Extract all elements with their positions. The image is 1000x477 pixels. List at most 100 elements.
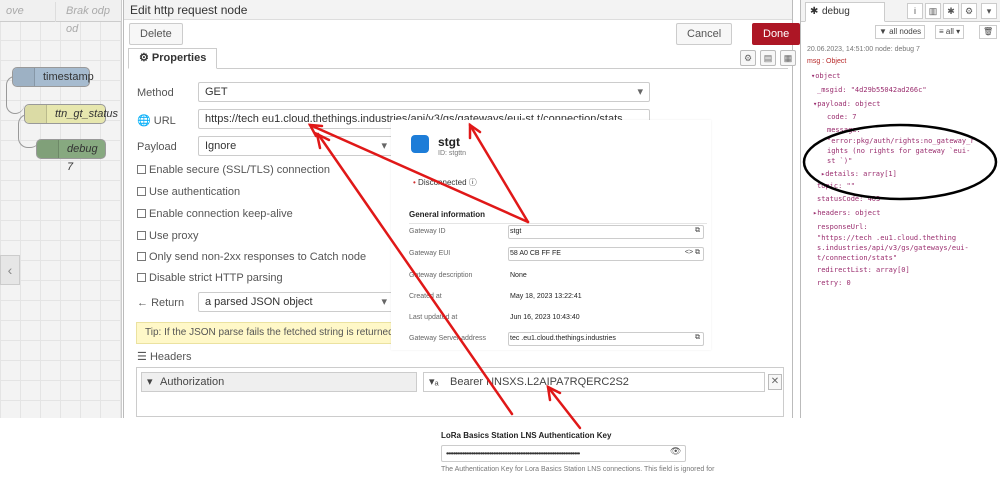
- chevron-down-icon[interactable]: ▾: [981, 3, 997, 19]
- info-icon: ⓘ: [468, 178, 477, 187]
- header-value-input[interactable]: ▾ₐ Bearer NNSXS.L2AIPA7RQERC2S2: [423, 372, 765, 392]
- checkbox-box[interactable]: [137, 165, 146, 174]
- return-select[interactable]: a parsed JSON object: [198, 292, 394, 312]
- dialog-tabbar: ⚙ Properties ⚙ ▤ ▦: [128, 48, 796, 69]
- cancel-button[interactable]: Cancel: [676, 23, 733, 45]
- node-timestamp[interactable]: timestamp: [12, 67, 94, 87]
- tree-line: message:: [827, 126, 861, 134]
- bug-icon[interactable]: ✱: [943, 3, 959, 19]
- gateway-status: • Disconnected ⓘ: [413, 177, 477, 188]
- list-icon: ☰: [137, 351, 147, 363]
- ttn-gateway-panel: stgt ID: stgttn • Disconnected ⓘ General…: [391, 120, 711, 350]
- gateway-id-caption: ID: stgttn: [438, 150, 467, 157]
- checkbox-box[interactable]: [137, 273, 146, 282]
- checkbox-proxy[interactable]: Use proxy: [137, 230, 199, 242]
- return-label-text: Return: [151, 297, 185, 309]
- book-icon[interactable]: ▥: [925, 3, 941, 19]
- checkbox-box[interactable]: [137, 187, 146, 196]
- appearance-icon[interactable]: ▦: [780, 50, 796, 66]
- filter-level-select[interactable]: ≡ all ▾: [935, 25, 965, 39]
- checkbox-strict-parsing[interactable]: Disable strict HTTP parsing: [137, 272, 283, 284]
- remove-header-button[interactable]: ✕: [768, 374, 782, 390]
- node-label: ttn_gt_status: [55, 108, 118, 120]
- debug-sidebar: ✱ debug i ▥ ✱ ⚙ ▾ ▼ all nodes ≡ all ▾ 🗑 2…: [800, 0, 1000, 418]
- tab-debug-label: debug: [822, 6, 850, 17]
- checkbox-box[interactable]: [137, 231, 146, 240]
- filter-level-text: all: [945, 27, 954, 36]
- flow-canvas[interactable]: ove Brak odp od timestamp ttn_gt_status …: [0, 0, 122, 418]
- checkbox-label: Enable secure (SSL/TLS) connection: [149, 164, 330, 176]
- tree-line: statusCode: 403: [817, 195, 881, 203]
- tree-line: responseUrl:: [817, 223, 868, 231]
- tree-line: redirectList: array[0]: [817, 266, 910, 274]
- chevron-down-icon: ▾: [147, 376, 153, 388]
- lns-auth-key-label: LoRa Basics Station LNS Authentication K…: [441, 431, 612, 440]
- node-label: debug 7: [67, 143, 98, 173]
- tab-properties[interactable]: ⚙ Properties: [128, 48, 218, 69]
- headers-label-text: Headers: [149, 351, 192, 363]
- node-port: [25, 105, 47, 123]
- tree-node[interactable]: ▸headers: object: [813, 209, 880, 217]
- checkbox-box[interactable]: [137, 209, 146, 218]
- workspace-tab[interactable]: Brak odp od: [60, 2, 121, 35]
- copy-icon[interactable]: <> ⧉: [685, 249, 700, 257]
- node-label: timestamp: [43, 71, 94, 83]
- checkbox-ssl[interactable]: Enable secure (SSL/TLS) connection: [137, 164, 330, 176]
- description-icon[interactable]: ▤: [760, 50, 776, 66]
- tree-line: "https://tech .eu1.cloud.thething: [817, 234, 957, 242]
- server-address-value: tec .eu1.cloud.thethings.industries: [510, 335, 616, 342]
- lns-auth-key-description: The Authentication Key for Lora Basics S…: [441, 466, 715, 473]
- settings-gear-icon[interactable]: ⚙: [740, 50, 756, 66]
- created-at-label: Created at: [409, 293, 442, 300]
- tree-line: st `)": [827, 157, 853, 165]
- tree-node[interactable]: ▾payload: object: [813, 100, 880, 108]
- gateway-desc-value: None: [510, 272, 527, 279]
- checkbox-auth[interactable]: Use authentication: [137, 186, 240, 198]
- info-icon[interactable]: i: [907, 3, 923, 19]
- tree-node[interactable]: ▸details: array[1]: [821, 170, 897, 178]
- type-select-icon[interactable]: ▾ₐ: [429, 373, 439, 391]
- globe-icon: 🌐: [137, 115, 151, 127]
- checkbox-non2xx[interactable]: Only send non-2xx responses to Catch nod…: [137, 251, 366, 263]
- workspace-tab[interactable]: ove: [0, 2, 56, 22]
- copy-icon[interactable]: ⧉: [695, 334, 700, 342]
- debug-msg-type: msg : Object: [807, 58, 847, 65]
- payload-select[interactable]: Ignore: [198, 136, 394, 156]
- tree-line: "error:pkg/auth/rights:no_gateway_r: [827, 137, 975, 145]
- header-key-select[interactable]: ▾ Authorization: [141, 372, 417, 392]
- method-label: Method: [137, 87, 174, 99]
- created-at-value: May 18, 2023 13:22:41: [510, 293, 582, 300]
- done-button[interactable]: Done: [752, 23, 801, 45]
- gateway-eui-label: Gateway EUI: [409, 250, 451, 257]
- general-info-heading: General information: [409, 210, 486, 219]
- eye-icon[interactable]: 👁: [670, 446, 681, 457]
- checkbox-box[interactable]: [137, 252, 146, 261]
- gateway-id-box: ⧉: [508, 225, 704, 239]
- checkbox-label: Disable strict HTTP parsing: [149, 272, 283, 284]
- tree-line: _msgid: "4d29b55042ad266c": [817, 86, 927, 94]
- filter-nodes-select[interactable]: ▼ all nodes: [875, 25, 926, 39]
- node-ttn-gt-status[interactable]: ttn_gt_status: [24, 104, 118, 124]
- gateway-title: stgt: [438, 135, 460, 149]
- tree-node[interactable]: ▾object: [811, 72, 841, 80]
- header-key-text: Authorization: [160, 376, 225, 388]
- tree-line: code: 7: [827, 113, 857, 121]
- lns-auth-key-input[interactable]: ••••••••••••••••••••••••••••••••••••••••…: [441, 445, 686, 462]
- checkbox-label: Only send non-2xx responses to Catch nod…: [149, 251, 367, 263]
- tab-debug[interactable]: ✱ debug: [805, 2, 885, 22]
- gateway-id-label: Gateway ID: [409, 228, 446, 235]
- method-select[interactable]: GET: [198, 82, 650, 102]
- collapse-left-handle[interactable]: ‹: [0, 255, 20, 285]
- tree-line: t/connection/stats": [817, 254, 898, 262]
- delete-button[interactable]: Delete: [129, 23, 183, 45]
- checkbox-label: Enable connection keep-alive: [149, 208, 293, 220]
- gear-icon[interactable]: ⚙: [961, 3, 977, 19]
- checkbox-keepalive[interactable]: Enable connection keep-alive: [137, 208, 293, 220]
- clear-log-button[interactable]: 🗑: [979, 25, 998, 39]
- node-debug-7[interactable]: debug 7: [36, 139, 106, 173]
- copy-icon[interactable]: ⧉: [695, 227, 700, 235]
- bug-icon: ✱: [810, 6, 819, 17]
- checkbox-label: Use authentication: [149, 186, 241, 198]
- status-dot-icon: •: [413, 178, 416, 187]
- node-port: [13, 68, 35, 86]
